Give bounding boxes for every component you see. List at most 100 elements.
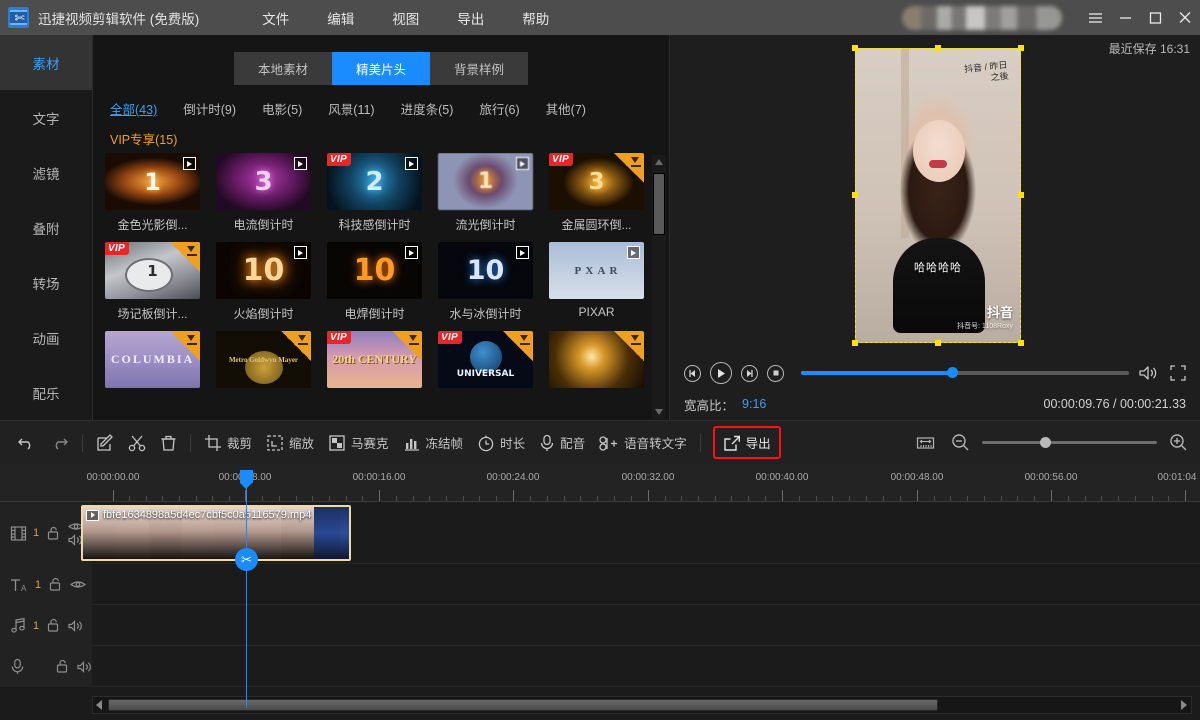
unlock-icon[interactable] [46,618,60,633]
zoom-in-icon[interactable] [1169,433,1188,452]
resize-handle-tl[interactable] [852,45,858,51]
video-clip[interactable]: fbfe1634898a5d4ec7cbf5c0a5116579.mp4 [81,505,351,561]
menu-view[interactable]: 视图 [373,4,438,32]
text-track-header[interactable]: A 1 [0,564,92,605]
resize-handle-ml[interactable] [852,192,858,198]
category-countdown[interactable]: 倒计时(9) [183,99,236,118]
crop-button[interactable]: 裁剪 [197,421,259,465]
sidebar-item-overlay[interactable]: 叠附 [0,200,92,255]
asset-cell[interactable]: 3 VIP 金属圆环倒... [549,153,660,233]
asset-thumbnail[interactable]: P X A R [549,242,644,299]
scroll-up-icon[interactable] [655,159,663,165]
tab-intro-templates[interactable]: 精美片头 [332,52,430,85]
menu-edit[interactable]: 编辑 [308,4,373,32]
asset-cell[interactable]: 10 水与冰倒计时 [438,242,549,322]
download-icon[interactable] [614,331,644,361]
progress-knob[interactable] [946,367,958,378]
duration-button[interactable]: 时长 [470,421,532,465]
unlock-icon[interactable] [48,577,62,592]
resize-handle-bc[interactable] [935,340,941,346]
speaker-icon[interactable] [77,660,93,673]
stop-button[interactable] [767,364,784,382]
asset-thumbnail[interactable]: COLUMBIA [105,331,200,388]
unlock-icon[interactable] [55,659,69,674]
unlock-icon[interactable] [46,526,60,541]
video-track-lane[interactable]: fbfe1634898a5d4ec7cbf5c0a5116579.mp4 [81,502,1200,564]
asset-cell[interactable]: 2 VIP 科技感倒计时 [327,153,438,233]
sidebar-item-text[interactable]: 文字 [0,90,92,145]
music-track-lane[interactable] [92,605,1200,646]
resize-handle-mr[interactable] [1018,192,1024,198]
redo-button[interactable] [43,421,76,465]
scroll-down-icon[interactable] [655,409,663,415]
menu-export[interactable]: 导出 [438,4,503,32]
zoom-slider-knob[interactable] [1039,437,1051,448]
sidebar-item-animation[interactable]: 动画 [0,310,92,365]
category-movie[interactable]: 电影(5) [262,99,302,118]
scroll-right-icon[interactable] [1181,700,1187,710]
voice-track-lane[interactable] [92,646,1200,687]
hamburger-menu-button[interactable] [1080,0,1110,35]
preview-play-icon[interactable] [627,246,640,259]
download-icon[interactable] [614,153,644,183]
download-icon[interactable] [503,331,533,361]
undo-button[interactable] [10,421,43,465]
music-track-header[interactable]: 1 [0,605,92,646]
split-button[interactable] [121,421,153,465]
minimize-button[interactable] [1110,0,1140,35]
asset-cell[interactable]: P X A R PIXAR [549,242,660,322]
playhead-handle[interactable] [240,470,253,489]
asset-thumbnail[interactable]: 1 VIP [105,242,200,299]
sidebar-item-filter[interactable]: 滤镜 [0,145,92,200]
scroll-left-icon[interactable] [96,700,102,710]
playback-progress-slider[interactable] [801,367,1129,378]
asset-thumbnail[interactable]: 3 [216,153,311,210]
zoom-out-icon[interactable] [951,433,970,452]
export-button[interactable]: 导出 [723,433,771,452]
category-travel[interactable]: 旅行(6) [479,99,519,118]
text-track-lane[interactable] [92,564,1200,605]
split-at-playhead-button[interactable]: ✂ [235,548,258,571]
asset-cell[interactable]: 3 电流倒计时 [216,153,327,233]
category-vip-exclusive[interactable]: VIP专享(15) [110,129,177,148]
media-vertical-scrollbar[interactable] [652,155,666,419]
category-all[interactable]: 全部(43) [110,99,157,118]
category-other[interactable]: 其他(7) [546,99,586,118]
video-track-header[interactable]: 1 [0,502,92,564]
preview-play-icon[interactable] [405,246,418,259]
asset-thumbnail[interactable]: 10 [438,242,533,299]
step-forward-icon[interactable] [741,364,758,382]
speaker-icon[interactable] [68,619,84,632]
eye-icon[interactable] [70,579,87,590]
asset-thumbnail[interactable]: 3 VIP [549,153,644,210]
category-progressbar[interactable]: 进度条(5) [401,99,454,118]
step-back-icon[interactable] [684,364,701,382]
resize-handle-tr[interactable] [1018,45,1024,51]
delete-button[interactable] [153,421,184,465]
scale-button[interactable]: 缩放 [259,421,321,465]
volume-icon[interactable] [1139,365,1158,381]
sidebar-item-material[interactable]: 素材 [0,35,92,90]
asset-cell[interactable]: 1 金色光影倒... [105,153,216,233]
category-scenery[interactable]: 风景(11) [328,99,374,118]
preview-play-icon[interactable] [516,157,529,170]
asset-cell[interactable]: UNIVERSAL VIP [438,331,549,394]
voice-track-header[interactable] [0,646,92,687]
asset-cell[interactable]: 10 电焊倒计时 [327,242,438,322]
asset-cell[interactable]: 10 火焰倒计时 [216,242,327,322]
tab-background-samples[interactable]: 背景样例 [430,52,528,85]
download-icon[interactable] [170,242,200,272]
resize-handle-bl[interactable] [852,340,858,346]
scrollbar-thumb[interactable] [108,699,938,711]
asset-cell[interactable]: Metro Goldwyn Mayer [216,331,327,394]
fit-to-width-icon[interactable] [916,435,935,451]
preview-play-icon[interactable] [294,157,307,170]
download-icon[interactable] [170,331,200,361]
mosaic-button[interactable]: 马赛克 [321,421,396,465]
asset-thumbnail[interactable]: 2 VIP [327,153,422,210]
asset-thumbnail[interactable]: 20th CENTURY VIP [327,331,422,388]
asset-cell[interactable]: 1 VIP 场记板倒计... [105,242,216,322]
timeline-zoom-slider[interactable] [982,437,1157,448]
preview-play-icon[interactable] [516,246,529,259]
play-button[interactable] [710,362,732,384]
